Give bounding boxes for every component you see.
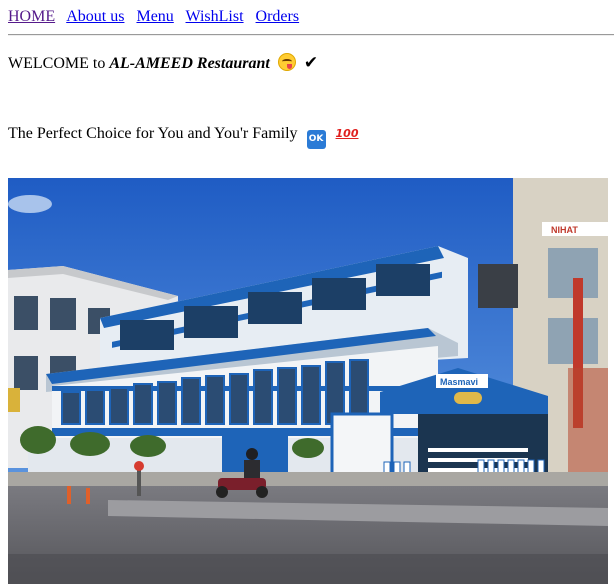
welcome-heading: WELCOME to AL-AMEED Restaurant ✔ — [8, 53, 318, 74]
check-mark-icon: ✔ — [303, 53, 319, 73]
masmavi-sign: Masmavi — [440, 377, 478, 387]
nihat-sign: NIHAT — [551, 225, 578, 235]
hundred-points-icon: 100 — [335, 127, 359, 140]
welcome-prefix: WELCOME to — [8, 55, 110, 72]
restaurant-name: AL-AMEED Restaurant — [109, 55, 270, 72]
horizontal-divider — [8, 34, 614, 36]
top-nav: HOME About us Menu WishList Orders — [8, 8, 307, 26]
restaurant-building-photo: NIHAT Masmavi — [8, 178, 608, 584]
ok-button-icon: OK — [306, 130, 326, 149]
nav-link-about-us[interactable]: About us — [66, 8, 124, 25]
nav-link-menu[interactable]: Menu — [136, 8, 173, 25]
nav-link-wishlist[interactable]: WishList — [186, 8, 244, 25]
tagline: The Perfect Choice for You and You'r Fam… — [8, 124, 359, 149]
tagline-text: The Perfect Choice for You and You'r Fam… — [8, 125, 298, 142]
face-savoring-food-icon — [277, 53, 296, 71]
nav-link-orders[interactable]: Orders — [256, 8, 300, 25]
nav-link-home[interactable]: HOME — [8, 8, 55, 25]
